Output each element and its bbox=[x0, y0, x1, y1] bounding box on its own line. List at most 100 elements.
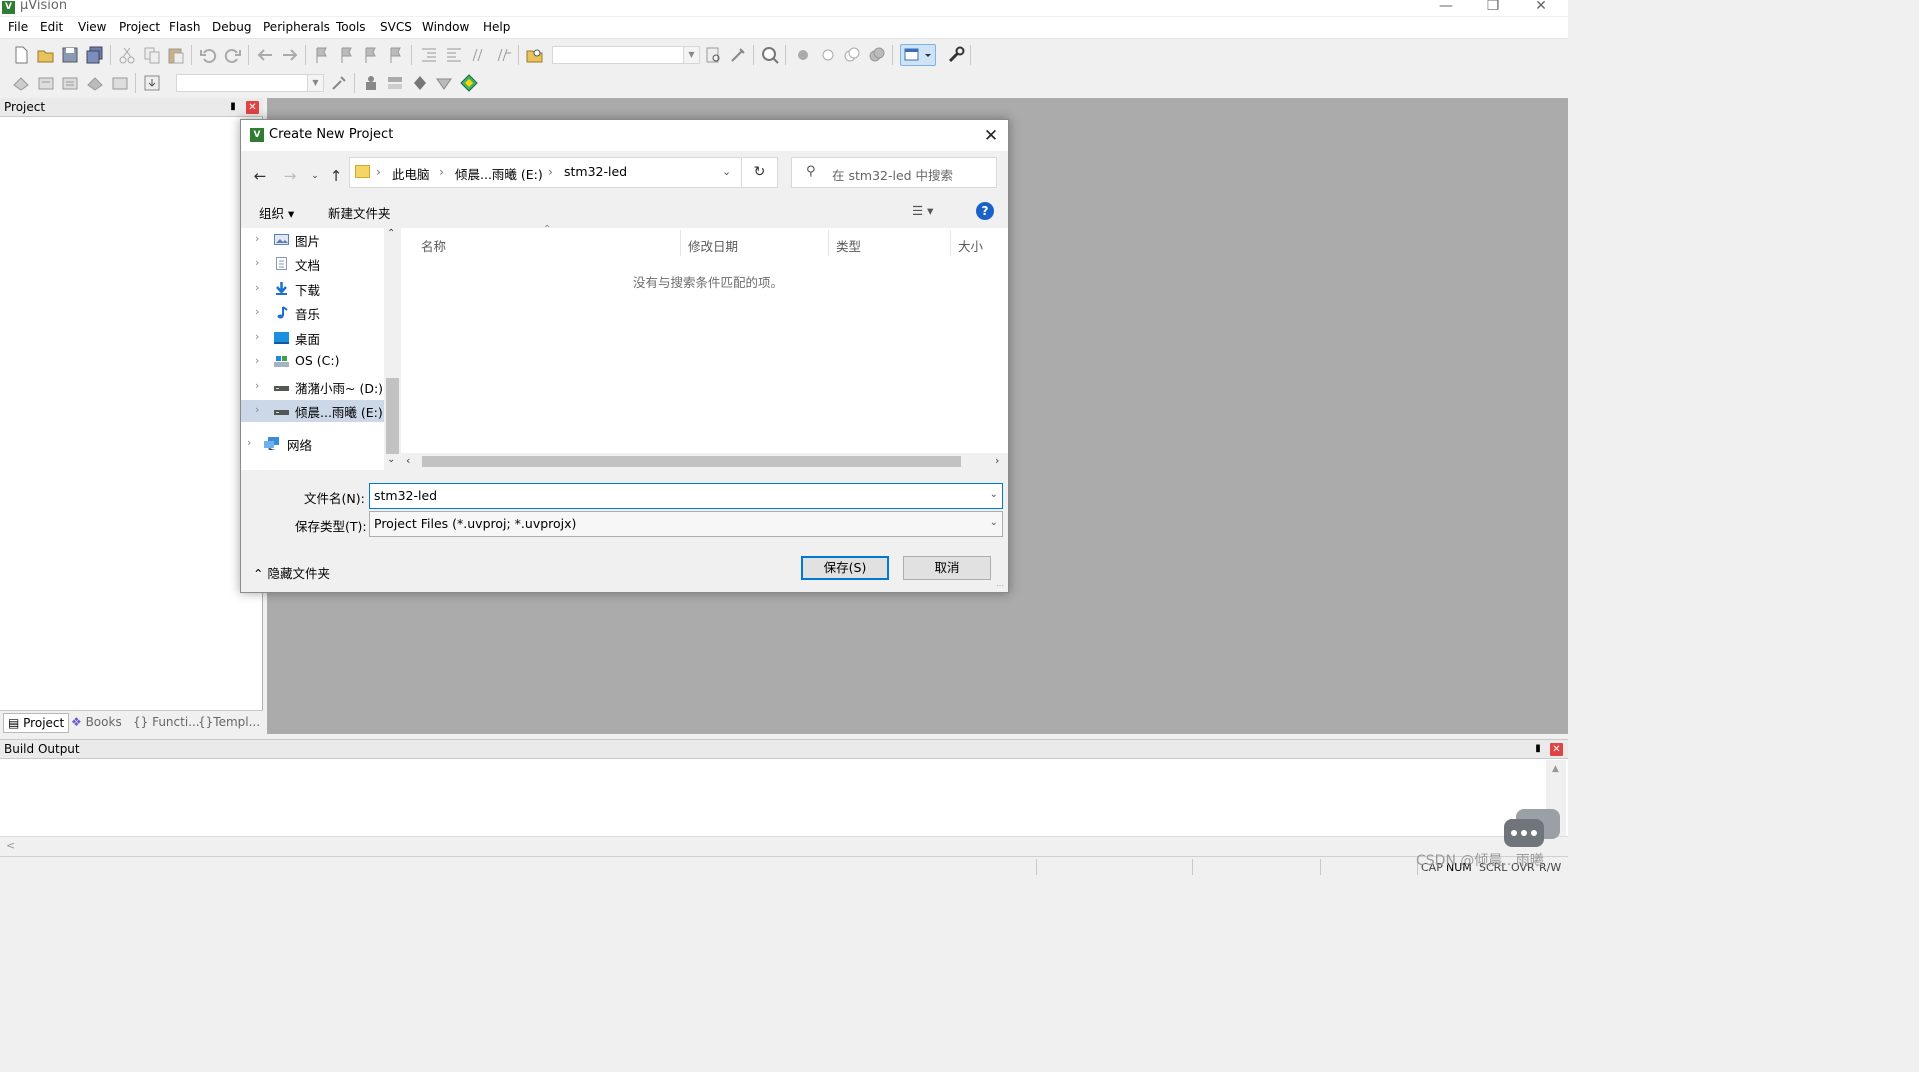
download-icon[interactable] bbox=[142, 73, 162, 93]
search-input[interactable]: ⚲ 在 stm32-led 中搜索 bbox=[791, 157, 997, 188]
nav-scrollbar-thumb[interactable] bbox=[386, 378, 399, 454]
nav-back-icon[interactable] bbox=[255, 45, 275, 65]
save-button[interactable]: 保存(S) bbox=[801, 556, 889, 580]
scroll-left-icon[interactable]: ‹ bbox=[406, 454, 410, 467]
filename-input[interactable]: stm32-led ⌄ bbox=[369, 483, 1003, 509]
chevron-down-icon[interactable]: ⌄ bbox=[990, 517, 998, 528]
find-icon[interactable] bbox=[703, 45, 723, 65]
copy-icon[interactable] bbox=[142, 45, 162, 65]
column-header-name[interactable]: 名称 bbox=[421, 236, 446, 255]
cube-icon[interactable] bbox=[459, 73, 479, 93]
menu-window[interactable]: Window bbox=[422, 20, 469, 34]
nav-item-network[interactable]: › 网络 bbox=[241, 433, 384, 455]
nav-item-drive-e[interactable]: › 倾晨...雨曦 (E:) bbox=[241, 400, 384, 422]
menu-file[interactable]: File bbox=[8, 20, 28, 34]
undo-icon[interactable] bbox=[198, 45, 218, 65]
save-all-icon[interactable] bbox=[85, 45, 105, 65]
nav-item-desktop[interactable]: › 桌面 bbox=[241, 327, 384, 349]
up-arrow-icon[interactable]: ↑ bbox=[325, 165, 347, 187]
new-folder-button[interactable]: 新建文件夹 bbox=[328, 203, 391, 222]
insert-breakpoint-icon[interactable] bbox=[793, 45, 813, 65]
pin-icon[interactable]: ▮ bbox=[1532, 743, 1544, 755]
open-folder-icon[interactable] bbox=[36, 45, 56, 65]
indent-icon[interactable] bbox=[419, 45, 439, 65]
scroll-down-icon[interactable]: ⌄ bbox=[387, 454, 395, 465]
tab-project[interactable]: ▤ Project bbox=[3, 713, 70, 733]
redo-icon[interactable] bbox=[223, 45, 243, 65]
tab-functions[interactable]: {} Functi... bbox=[129, 713, 204, 733]
close-panel-icon[interactable]: ✕ bbox=[1550, 743, 1563, 756]
address-bar[interactable]: › 此电脑 › 倾晨...雨曦 (E:) › stm32-led ⌄ bbox=[349, 157, 742, 188]
recent-locations-icon[interactable]: ⌄ bbox=[304, 165, 326, 187]
unindent-icon[interactable] bbox=[444, 45, 464, 65]
nav-forward-icon[interactable] bbox=[280, 45, 300, 65]
window-layout-icon[interactable] bbox=[900, 44, 936, 66]
close-icon[interactable]: ✕ bbox=[1518, 0, 1564, 15]
file-extensions-icon[interactable] bbox=[385, 73, 405, 93]
restore-icon[interactable]: ❐ bbox=[1470, 0, 1516, 15]
menu-flash[interactable]: Flash bbox=[169, 20, 200, 34]
rte-icon[interactable] bbox=[434, 73, 454, 93]
menu-edit[interactable]: Edit bbox=[40, 20, 63, 34]
minimize-icon[interactable]: — bbox=[1423, 0, 1469, 15]
close-panel-icon[interactable]: ✕ bbox=[246, 101, 259, 114]
target-select[interactable]: ▼ bbox=[176, 74, 324, 92]
pin-icon[interactable]: ▮ bbox=[227, 101, 239, 113]
manage-components-icon[interactable] bbox=[361, 73, 381, 93]
configure-icon[interactable] bbox=[946, 45, 966, 65]
address-dropdown-icon[interactable]: ⌄ bbox=[722, 165, 731, 178]
cut-icon[interactable] bbox=[117, 45, 137, 65]
breadcrumb-current-folder[interactable]: stm32-led bbox=[564, 164, 627, 179]
rebuild-icon[interactable] bbox=[60, 73, 80, 93]
find-in-files-icon[interactable] bbox=[525, 45, 545, 65]
kill-breakpoints-icon[interactable] bbox=[867, 45, 887, 65]
menu-peripherals[interactable]: Peripherals bbox=[263, 20, 330, 34]
chevron-down-icon[interactable]: ⌄ bbox=[990, 489, 998, 500]
bookmark-clear-icon[interactable] bbox=[386, 45, 406, 65]
nav-item-pictures[interactable]: › 图片 bbox=[241, 229, 384, 251]
help-icon[interactable]: ? bbox=[976, 202, 994, 220]
cancel-button[interactable]: 取消 bbox=[903, 556, 991, 580]
nav-item-music[interactable]: › 音乐 bbox=[241, 302, 384, 324]
comment-icon[interactable] bbox=[468, 45, 488, 65]
menu-project[interactable]: Project bbox=[119, 20, 160, 34]
menu-help[interactable]: Help bbox=[483, 20, 510, 34]
batch-build-icon[interactable] bbox=[85, 73, 105, 93]
bookmark-prev-icon[interactable] bbox=[337, 45, 357, 65]
breadcrumb-drive-e[interactable]: 倾晨...雨曦 (E:) bbox=[455, 164, 543, 183]
menu-tools[interactable]: Tools bbox=[336, 20, 366, 34]
column-header-size[interactable]: 大小 bbox=[958, 236, 983, 255]
file-list-hscroll[interactable]: ‹ › bbox=[401, 453, 1008, 470]
organize-button[interactable]: 组织 ▾ bbox=[259, 203, 294, 222]
menu-debug[interactable]: Debug bbox=[212, 20, 251, 34]
paste-icon[interactable] bbox=[166, 45, 186, 65]
disable-breakpoints-icon[interactable] bbox=[842, 45, 862, 65]
breadcrumb-this-pc[interactable]: 此电脑 bbox=[392, 164, 430, 183]
nav-item-documents[interactable]: › 文档 bbox=[241, 253, 384, 275]
tab-templates[interactable]: {}Templ... bbox=[194, 713, 264, 733]
nav-item-drive-c[interactable]: › OS (C:) bbox=[241, 351, 384, 373]
uncomment-icon[interactable] bbox=[493, 45, 513, 65]
forward-arrow-icon[interactable]: → bbox=[279, 165, 301, 187]
resize-grip-icon[interactable]: ⋯ bbox=[996, 581, 1004, 590]
column-header-date[interactable]: 修改日期 bbox=[688, 236, 738, 255]
hide-folders-toggle[interactable]: ⌃ 隐藏文件夹 bbox=[253, 563, 330, 582]
build-icon[interactable] bbox=[36, 73, 56, 93]
filetype-select[interactable]: Project Files (*.uvproj; *.uvprojx) ⌄ bbox=[369, 511, 1003, 537]
new-file-icon[interactable] bbox=[11, 45, 31, 65]
menu-view[interactable]: View bbox=[78, 20, 106, 34]
translate-icon[interactable] bbox=[11, 73, 31, 93]
debug-session-icon[interactable] bbox=[760, 45, 780, 65]
stop-build-icon[interactable] bbox=[110, 73, 130, 93]
file-list-hscroll-thumb[interactable] bbox=[422, 456, 961, 467]
back-arrow-icon[interactable]: ← bbox=[249, 165, 271, 187]
view-options-icon[interactable]: ☰ ▾ bbox=[912, 203, 933, 218]
refresh-icon[interactable]: ↻ bbox=[741, 157, 778, 188]
nav-item-downloads[interactable]: › 下载 bbox=[241, 278, 384, 300]
target-options-icon[interactable] bbox=[329, 73, 349, 93]
menu-svcs[interactable]: SVCS bbox=[380, 20, 412, 34]
tab-books[interactable]: ❖ Books bbox=[67, 713, 126, 733]
find-combo[interactable]: ▼ bbox=[552, 46, 700, 64]
save-icon[interactable] bbox=[60, 45, 80, 65]
pack-installer-icon[interactable] bbox=[410, 73, 430, 93]
